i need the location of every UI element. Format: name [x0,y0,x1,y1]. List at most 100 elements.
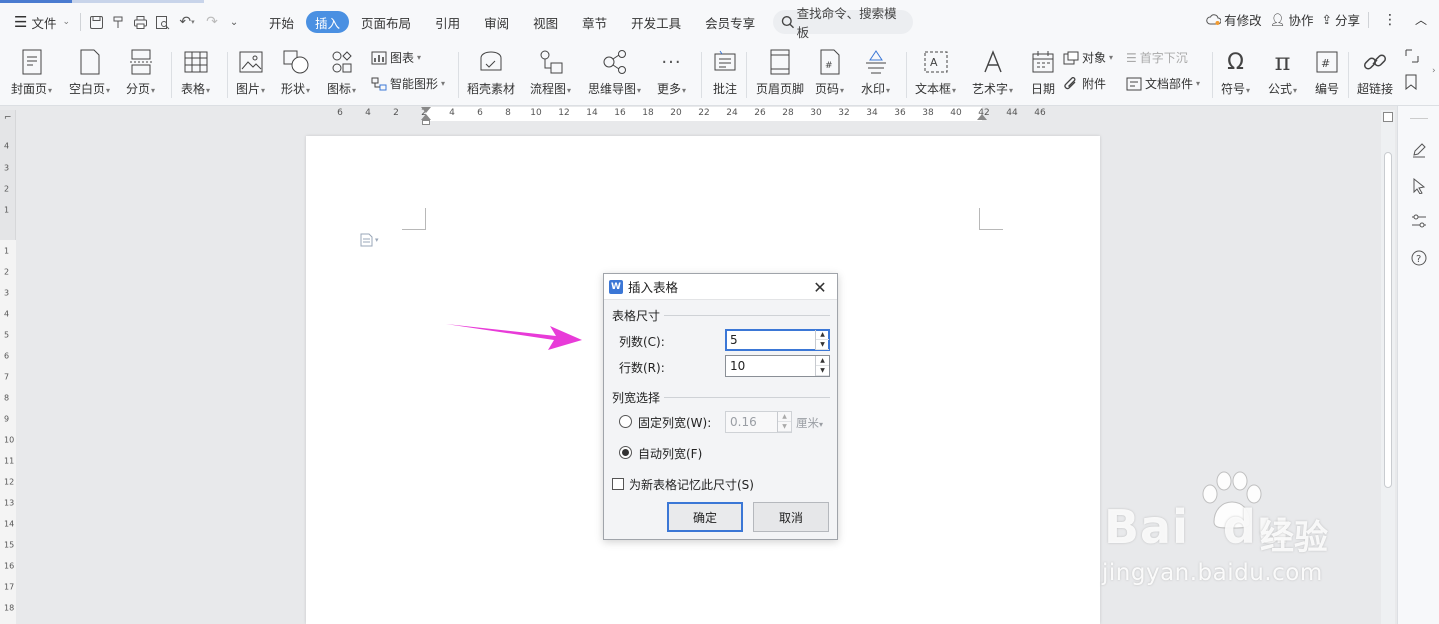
customize-toolbar-icon[interactable]: ⌄ [223,11,245,33]
ribbon-scroll-right-icon[interactable]: › [1432,66,1436,76]
textbox-button[interactable]: A 文本框▾ [915,46,956,102]
comment-icon [711,48,739,76]
columns-down-icon[interactable]: ▼ [816,340,829,350]
smart-art-label: 智能图形 [390,77,439,91]
drop-cap-button[interactable]: ☰ 首字下沉 [1126,49,1188,66]
rows-up-icon[interactable]: ▲ [816,356,829,366]
tab-view[interactable]: 视图 [521,11,570,33]
share-button[interactable]: ⇪ 分享 [1321,10,1360,29]
mindmap-button[interactable]: 思维导图▾ [588,46,641,102]
margin-corner-top-right [979,208,1003,230]
tab-references[interactable]: 引用 [423,11,472,33]
close-icon[interactable]: ✕ [811,278,829,297]
ribbon-tabs: 开始 插入 页面布局 引用 审阅 视图 章节 开发工具 会员专享 [257,11,767,33]
wordart-button[interactable]: 艺术字▾ [972,46,1013,102]
header-footer-button[interactable]: 页眉页脚 [756,46,804,102]
formula-button[interactable]: π 公式▾ [1268,46,1297,102]
tab-insert[interactable]: 插入 [306,11,350,33]
watermark-button[interactable]: 水印▾ [861,46,890,102]
tab-chapter[interactable]: 章节 [570,11,619,33]
object-button[interactable]: 对象 ▾ [1063,49,1113,66]
columns-stepper[interactable]: 5 ▲ ▼ [725,329,830,351]
modified-button[interactable]: 有修改 [1206,10,1262,29]
print-preview-icon[interactable] [151,11,173,33]
collaborate-button[interactable]: 👤︎ 协作 [1270,10,1314,29]
shape-button[interactable]: 形状▾ [281,46,310,102]
picture-icon [237,48,265,76]
rows-label: 行数(R): [619,361,665,375]
rows-input[interactable]: 10 [726,359,815,373]
ruler-tick-label: 26 [754,108,766,118]
remember-size-checkbox[interactable] [612,478,624,490]
columns-input[interactable]: 5 [726,333,815,347]
paragraph-layout-icon[interactable]: ▾ [360,233,379,247]
auto-width-radio[interactable] [619,446,632,459]
mindmap-icon [601,48,629,76]
date-button[interactable]: 日期 [1029,46,1057,102]
more-options-icon[interactable]: ⋮ [1377,12,1403,28]
blank-page-button[interactable]: 空白页▾ [69,46,110,102]
file-menu[interactable]: ☰ 文件 ⌄ [8,10,76,34]
pen-icon[interactable] [1408,139,1430,161]
icons-button[interactable]: 图标▾ [327,46,356,102]
numbering-button[interactable]: # 编号 [1313,46,1341,102]
scrollbar-thumb[interactable] [1384,152,1392,488]
docer-material-icon [477,48,505,76]
bookmark-icon[interactable] [1404,74,1418,90]
page-number-button[interactable]: # 页码▾ [815,46,844,102]
tab-page-layout[interactable]: 页面布局 [349,11,423,33]
collapse-ribbon-icon[interactable]: ︿ [1411,11,1431,28]
vertical-scrollbar[interactable] [1381,110,1395,624]
ruler-tick-label: 3 [4,163,10,173]
cancel-button[interactable]: 取消 [753,502,829,532]
watermark-brand-part1: Bai [1104,500,1189,554]
tab-developer[interactable]: 开发工具 [619,11,693,33]
page-break-button[interactable]: 分页▾ [126,46,155,102]
cross-reference-icon[interactable] [1404,48,1420,64]
ruler-tick-label: 4 [4,141,10,151]
format-painter-icon[interactable] [107,11,129,33]
fixed-width-radio[interactable] [619,415,632,428]
tab-member[interactable]: 会员专享 [693,11,767,33]
right-indent-marker[interactable] [977,114,987,120]
comment-button[interactable]: 批注 [711,46,739,102]
cover-page-button[interactable]: 封面页▾ [11,46,52,102]
fixed-width-down-icon[interactable]: ▼ [778,422,791,432]
cursor-icon[interactable] [1408,175,1430,197]
symbol-button[interactable]: Ω 符号▾ [1221,46,1250,102]
smart-art-button[interactable]: 智能图形 ▾ [371,75,445,92]
help-icon[interactable]: ? [1408,247,1430,269]
flowchart-button[interactable]: 流程图▾ [530,46,571,102]
ok-button[interactable]: 确定 [667,502,743,532]
tab-review[interactable]: 审阅 [472,11,521,33]
fixed-width-input[interactable]: 0.16 [726,415,777,429]
chart-button[interactable]: 图表 ▾ [371,49,421,66]
sliders-icon[interactable] [1408,210,1430,232]
print-icon[interactable] [129,11,151,33]
share-label: 分享 [1334,13,1360,28]
ruler-corner-icon[interactable]: ⌐ [4,113,12,123]
margin-corner-top-left [402,208,426,230]
first-line-indent-marker[interactable] [421,107,431,113]
picture-button[interactable]: 图片▾ [236,46,265,102]
save-icon[interactable] [85,11,107,33]
rows-stepper[interactable]: 10 ▲ ▼ [725,355,830,377]
docer-material-button[interactable]: 稻壳素材 [467,46,515,102]
fixed-width-up-icon[interactable]: ▲ [778,412,791,422]
more-button[interactable]: ··· 更多▾ [657,46,686,102]
redo-icon[interactable]: ↷ [201,11,223,33]
columns-up-icon[interactable]: ▲ [816,330,829,340]
unit-select[interactable]: 厘米▾ [796,415,823,431]
doc-parts-button[interactable]: 文档部件 ▾ [1126,75,1200,92]
fixed-width-stepper[interactable]: 0.16 ▲ ▼ [725,411,792,433]
tab-home[interactable]: 开始 [257,11,306,33]
hyperlink-button[interactable]: 超链接 [1357,46,1393,102]
dialog-titlebar[interactable]: W 插入表格 [604,274,837,300]
left-indent-marker[interactable] [422,120,430,125]
table-button[interactable]: 表格▾ [181,46,210,102]
attachment-button[interactable]: 附件 [1063,75,1106,92]
rows-down-icon[interactable]: ▼ [816,366,829,376]
undo-icon[interactable]: ↶ ▾ [173,11,201,33]
command-search[interactable]: 查找命令、搜索模板 [773,6,914,40]
scroll-split-icon[interactable] [1383,112,1393,122]
